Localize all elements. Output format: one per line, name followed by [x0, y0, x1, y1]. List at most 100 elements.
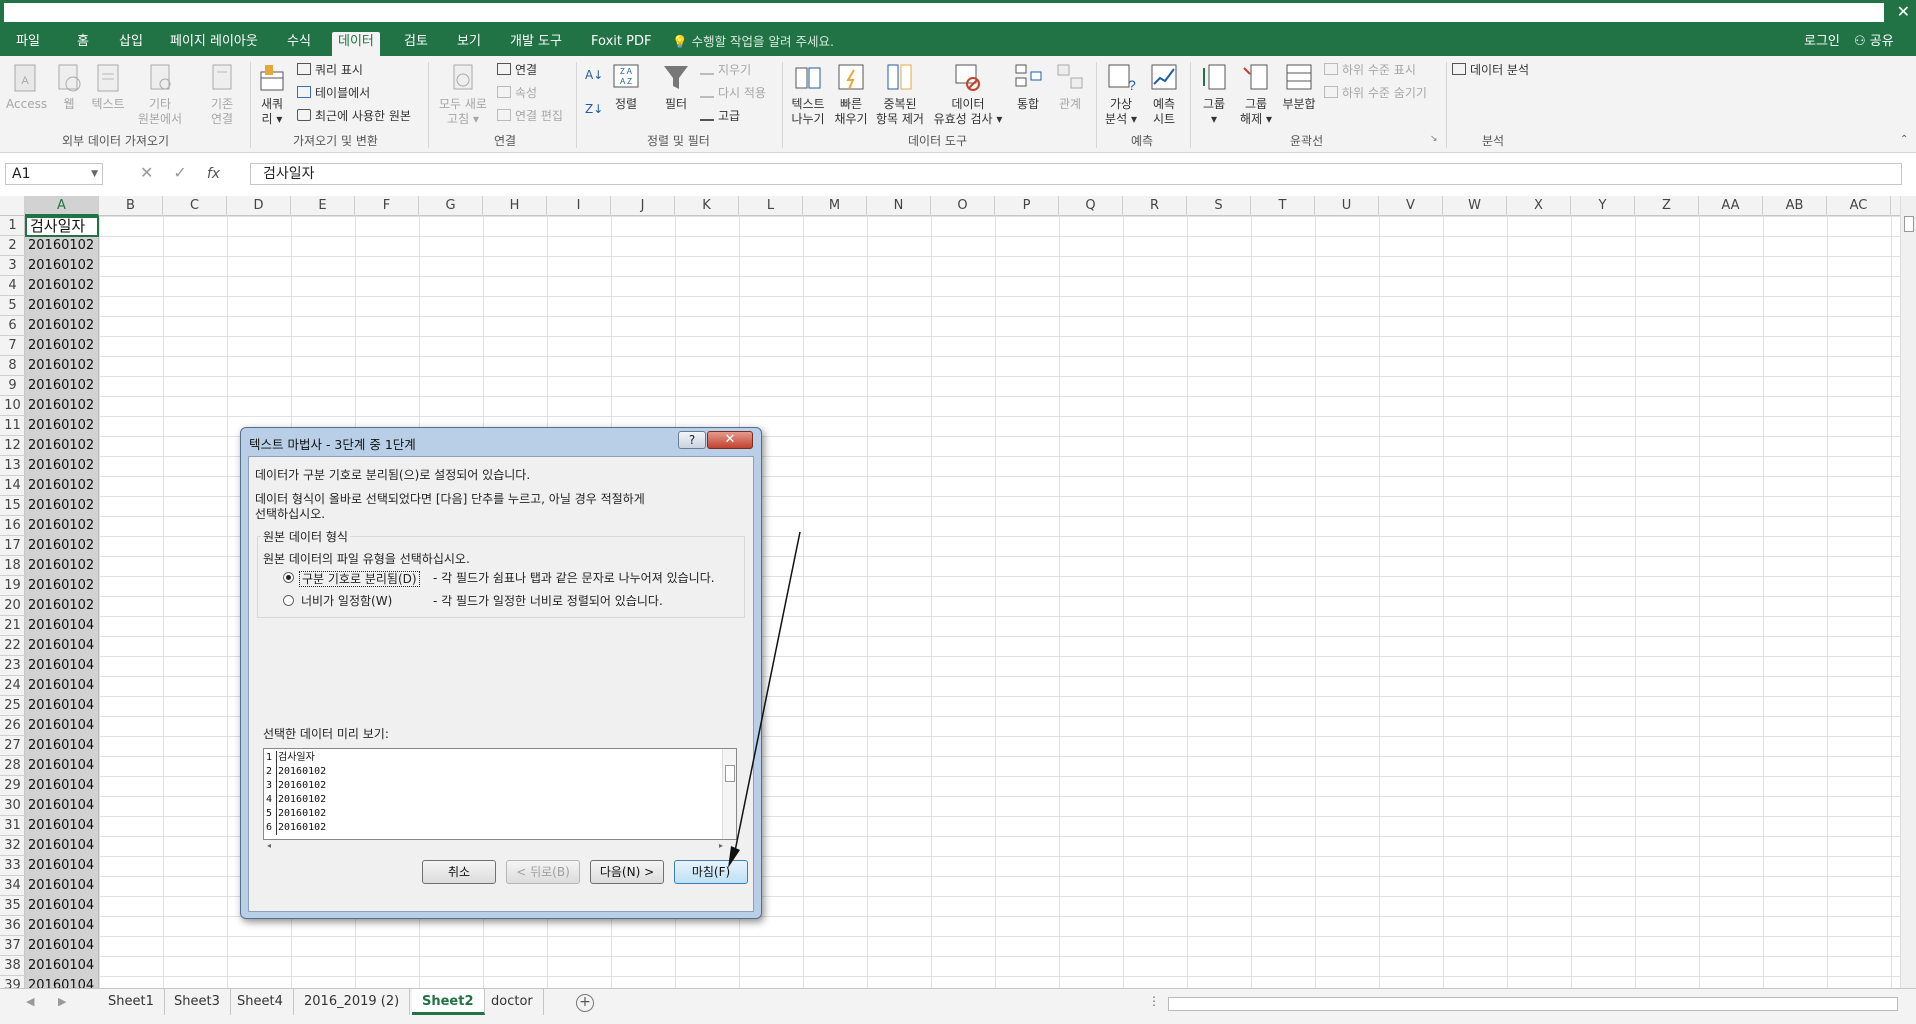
cell[interactable]: 20160104 [28, 716, 94, 736]
vertical-scrollbar[interactable] [1900, 196, 1916, 989]
active-cell[interactable]: 검사일자 [25, 216, 99, 237]
data-analysis-button[interactable]: 데이터 분석 [1452, 61, 1529, 79]
radio-delimited[interactable] [283, 572, 294, 583]
column-header-aa[interactable]: AA [1699, 196, 1763, 216]
row-header[interactable]: 11 [0, 416, 25, 436]
ungroup-button[interactable]: 그룹 해제 ▾ [1236, 62, 1276, 127]
data-preview[interactable]: 1 검사일자 2 20160102 3 20160102 4 20160102 5 2016010… [263, 748, 737, 840]
chevron-down-icon[interactable]: ▼ [91, 164, 98, 184]
row-header[interactable]: 23 [0, 656, 25, 676]
row-header[interactable]: 36 [0, 916, 25, 936]
row-header[interactable]: 5 [0, 296, 25, 316]
access-button[interactable]: A Access [6, 62, 47, 112]
tab-home[interactable]: 홈 [71, 32, 95, 56]
sheet-tab[interactable]: Sheet1 [98, 989, 165, 1015]
column-header-c[interactable]: C [163, 196, 227, 216]
column-header-b[interactable]: B [99, 196, 163, 216]
sheet-tab[interactable]: Sheet3 [164, 989, 231, 1015]
share-button[interactable]: ⚇ 공유 [1854, 32, 1894, 52]
cell[interactable]: 20160104 [28, 856, 94, 876]
row-header[interactable]: 31 [0, 816, 25, 836]
row-header[interactable]: 8 [0, 356, 25, 376]
cell[interactable]: 20160102 [28, 556, 94, 576]
edit-links-button[interactable]: 연결 편집 [497, 107, 563, 125]
clear-filter-button[interactable]: 지우기 [700, 61, 751, 79]
cell[interactable]: 20160102 [28, 516, 94, 536]
row-header[interactable]: 1 [0, 216, 25, 236]
row-header[interactable]: 25 [0, 696, 25, 716]
column-header-x[interactable]: X [1507, 196, 1571, 216]
cell[interactable]: 20160102 [28, 356, 94, 376]
sheet-nav-next-icon[interactable]: ▶ [58, 995, 66, 1008]
cell[interactable]: 20160104 [28, 636, 94, 656]
cell[interactable]: 20160102 [28, 596, 94, 616]
column-header-i[interactable]: I [547, 196, 611, 216]
name-box[interactable]: A1 ▼ [5, 163, 103, 185]
formula-input[interactable]: 검사일자 [250, 163, 1902, 185]
cell[interactable]: 20160102 [28, 376, 94, 396]
cell[interactable]: 20160104 [28, 696, 94, 716]
cell[interactable]: 20160102 [28, 456, 94, 476]
spreadsheet-grid[interactable]: A B C D E F G H I J K L M N O P Q R S T U V W X Y Z AA AB AC 1234567… [0, 196, 1900, 989]
column-header-r[interactable]: R [1123, 196, 1187, 216]
advanced-filter-button[interactable]: 고급 [700, 107, 740, 125]
column-header-s[interactable]: S [1187, 196, 1251, 216]
cell[interactable]: 20160104 [28, 756, 94, 776]
cell[interactable]: 20160104 [28, 816, 94, 836]
enter-icon[interactable]: ✓ [173, 163, 206, 182]
cell[interactable]: 20160102 [28, 236, 94, 256]
column-header-t[interactable]: T [1251, 196, 1315, 216]
cell[interactable]: 20160102 [28, 296, 94, 316]
recent-sources-button[interactable]: 최근에 사용한 원본 [297, 107, 411, 125]
cell[interactable]: 20160102 [28, 276, 94, 296]
tab-data[interactable]: 데이터 [332, 32, 380, 56]
tab-page-layout[interactable]: 페이지 레이아웃 [164, 32, 264, 56]
cell[interactable]: 20160104 [28, 956, 94, 976]
cell[interactable]: 20160104 [28, 936, 94, 956]
row-header[interactable]: 29 [0, 776, 25, 796]
column-header-d[interactable]: D [227, 196, 291, 216]
relationships-button[interactable]: 관계 [1050, 62, 1090, 112]
cell[interactable]: 20160102 [28, 396, 94, 416]
column-header-h[interactable]: H [483, 196, 547, 216]
row-header[interactable]: 32 [0, 836, 25, 856]
row-header[interactable]: 14 [0, 476, 25, 496]
column-a-selected[interactable]: 검사일자 20160102 20160102 20160102 20160102 2016… [25, 216, 99, 989]
sort-za-button[interactable]: Z↓ [585, 100, 603, 118]
cell[interactable]: 20160104 [28, 656, 94, 676]
web-button[interactable]: 웹 [52, 62, 86, 112]
forecast-sheet-button[interactable]: 예측 시트 [1144, 62, 1184, 127]
column-header-y[interactable]: Y [1571, 196, 1635, 216]
row-header[interactable]: 9 [0, 376, 25, 396]
cell[interactable]: 20160104 [28, 896, 94, 916]
column-header-ab[interactable]: AB [1763, 196, 1827, 216]
cell[interactable]: 20160104 [28, 796, 94, 816]
row-header[interactable]: 10 [0, 396, 25, 416]
cell[interactable]: 20160102 [28, 476, 94, 496]
add-sheet-icon[interactable]: + [576, 994, 594, 1012]
row-header[interactable]: 30 [0, 796, 25, 816]
sheet-tab[interactable]: doctor [481, 989, 544, 1015]
cell[interactable]: 20160104 [28, 676, 94, 696]
consolidate-button[interactable]: 통합 [1008, 62, 1048, 112]
help-button[interactable]: ? [678, 431, 706, 449]
row-header[interactable]: 22 [0, 636, 25, 656]
column-header-n[interactable]: N [867, 196, 931, 216]
preview-scroll-left-icon[interactable]: ◂ [267, 841, 271, 850]
tab-review[interactable]: 검토 [398, 32, 434, 56]
cell[interactable]: 20160104 [28, 836, 94, 856]
cell[interactable]: 20160102 [28, 336, 94, 356]
sheet-nav-prev-icon[interactable]: ◀ [26, 995, 34, 1008]
text-to-columns-button[interactable]: 텍스트 나누기 [786, 62, 830, 127]
column-header-q[interactable]: Q [1059, 196, 1123, 216]
cell[interactable]: 20160102 [28, 316, 94, 336]
cell[interactable]: 20160102 [28, 416, 94, 436]
insert-function-icon[interactable]: fx [207, 166, 220, 182]
collapse-ribbon-icon[interactable]: ⌃ [1900, 134, 1908, 145]
row-header[interactable]: 37 [0, 936, 25, 956]
text-button[interactable]: 텍스트 [88, 62, 128, 112]
column-header-p[interactable]: P [995, 196, 1059, 216]
column-header-g[interactable]: G [419, 196, 483, 216]
tab-foxit-pdf[interactable]: Foxit PDF [585, 32, 657, 56]
cell[interactable]: 20160104 [28, 916, 94, 936]
